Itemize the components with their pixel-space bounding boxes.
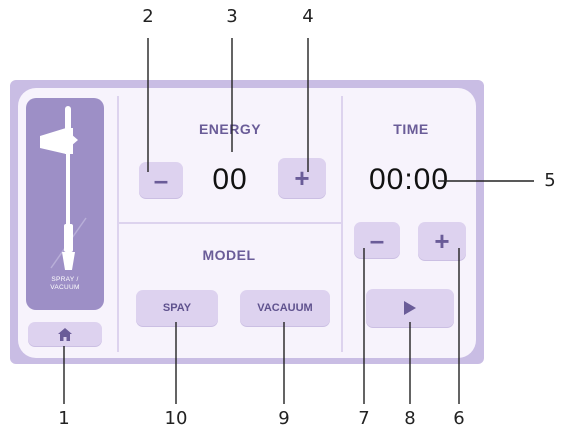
callout-1: 1 [58,408,70,429]
callout-3: 3 [226,6,238,27]
callout-8: 8 [404,408,416,429]
callout-7: 7 [358,408,370,429]
callout-6: 6 [453,408,465,429]
callout-5: 5 [544,170,556,191]
callout-2: 2 [142,6,154,27]
callout-9: 9 [278,408,290,429]
callout-4: 4 [302,6,314,27]
callout-10: 10 [164,408,188,429]
callout-leader-lines [63,38,534,404]
